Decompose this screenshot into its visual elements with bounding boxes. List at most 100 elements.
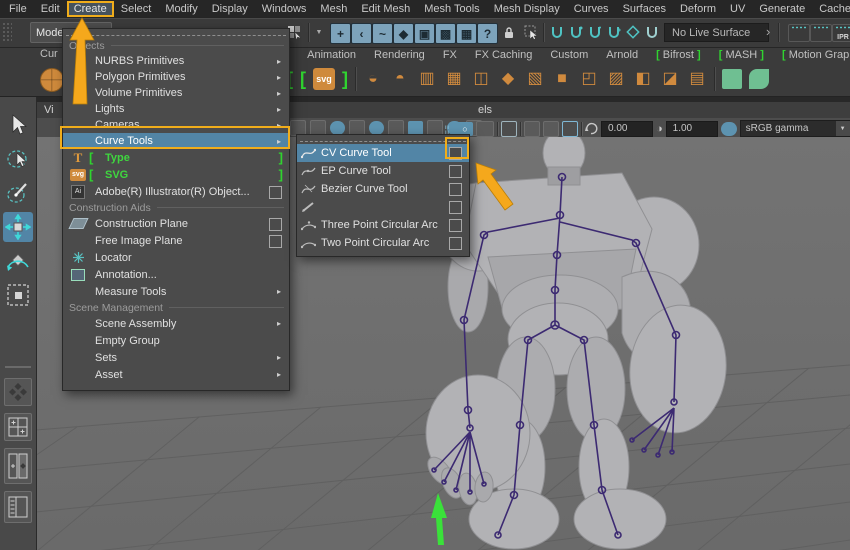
menu-item-polygon-primitives[interactable]: Polygon Primitives ▸ (63, 69, 289, 85)
panel-menu-view-partial[interactable]: Vi (44, 104, 54, 116)
isolate-select-icon[interactable] (501, 120, 517, 137)
menu-item-two-point-circular-arc[interactable]: Two Point Circular Arc (297, 234, 469, 252)
shadows-icon[interactable] (476, 120, 494, 137)
menu-mesh-tools[interactable]: Mesh Tools (417, 1, 486, 17)
panel-menu-panels-partial[interactable]: els (478, 104, 492, 116)
select-curve-mask-button[interactable]: ~ (372, 23, 393, 44)
shelf-tab-custom[interactable]: Custom (550, 49, 588, 61)
select-joint-mask-button[interactable]: ‹ (351, 23, 372, 44)
render-view-icon[interactable] (788, 24, 810, 42)
cube-wireframe-icon[interactable]: ◫ (471, 68, 491, 90)
menu-deform[interactable]: Deform (673, 1, 723, 17)
select-hierarchy-mask-button[interactable]: + (330, 23, 351, 44)
multi-cut-icon[interactable]: ▧ (525, 68, 545, 90)
option-box[interactable] (449, 183, 462, 196)
live-surface-field[interactable]: No Live Surface (664, 23, 769, 42)
layout-outliner-button[interactable] (4, 491, 32, 523)
plane-icon[interactable] (722, 69, 742, 89)
poly-remesh-icon[interactable]: ▦ (444, 68, 464, 90)
translate-y-manipulator[interactable] (431, 493, 447, 545)
menu-item-measure-tools[interactable]: Measure Tools ▸ (63, 283, 289, 300)
menu-item-free-image-plane[interactable]: Free Image Plane (63, 232, 289, 249)
boolean-intersect-icon[interactable]: ▥ (417, 68, 437, 90)
toolbar-drag-handle[interactable] (2, 22, 12, 42)
layout-single-pane-button[interactable] (4, 378, 32, 406)
option-box[interactable] (449, 219, 462, 232)
menu-item-volume-primitives[interactable]: Volume Primitives ▸ (63, 85, 289, 101)
ipr-render-icon[interactable]: IPR (832, 24, 850, 42)
menu-select[interactable]: Select (114, 1, 159, 17)
shelf-tab-curves-partial[interactable]: Cur (40, 48, 58, 60)
menu-item-ep-curve-tool[interactable]: EP Curve Tool (297, 162, 469, 180)
shelf-tab-bifrost[interactable]: [ Bifrost ] (656, 49, 701, 61)
snap-grid-icon[interactable] (548, 23, 566, 42)
shelf-tab-fx-caching[interactable]: FX Caching (475, 49, 532, 61)
menu-display[interactable]: Display (205, 1, 255, 17)
move-tool[interactable] (3, 212, 33, 242)
option-box[interactable] (269, 185, 282, 199)
option-box[interactable] (449, 201, 462, 214)
menu-item-nurbs-primitives[interactable]: NURBS Primitives ▸ (63, 53, 289, 69)
snap-curve-icon[interactable] (567, 23, 585, 42)
nurbs-sphere-icon[interactable] (40, 68, 64, 92)
svg-tool-icon[interactable]: svg (313, 68, 335, 90)
menu-tear-off-handle[interactable] (300, 135, 466, 142)
boolean-union-icon[interactable]: ◒ (363, 68, 383, 90)
highlight-selection-icon[interactable] (522, 23, 540, 42)
cv-curve-tool-option-box[interactable] (449, 147, 462, 160)
exposure-field[interactable]: 0.00 (601, 120, 653, 137)
exposure-icon[interactable] (585, 122, 598, 135)
option-box[interactable] (269, 234, 282, 248)
chevron-right-icon[interactable]: › (766, 24, 770, 39)
menu-item-cv-curve-tool[interactable]: CV Curve Tool (297, 144, 469, 162)
shelf-tab-rendering[interactable]: Rendering (374, 49, 425, 61)
menu-cache[interactable]: Cache (812, 1, 850, 17)
menu-mesh[interactable]: Mesh (313, 1, 354, 17)
select-dynamics-mask-button[interactable]: ▩ (435, 23, 456, 44)
menu-item-locator[interactable]: Locator (63, 249, 289, 266)
snap-point-icon[interactable] (586, 23, 604, 42)
poly-cube-icon[interactable]: ▨ (606, 68, 626, 90)
shelf-tab-animation[interactable]: Animation (307, 49, 356, 61)
rotate-tool[interactable] (3, 246, 33, 276)
make-live-icon[interactable] (643, 23, 661, 42)
menu-edit[interactable]: Edit (34, 1, 67, 17)
menu-item-asset[interactable]: Asset ▸ (63, 366, 289, 383)
paint-select-tool[interactable] (3, 178, 33, 208)
select-tool[interactable] (3, 110, 33, 140)
select-surface-mask-button[interactable]: ◆ (393, 23, 414, 44)
anti-aliasing-icon[interactable] (562, 120, 578, 137)
select-deformation-mask-button[interactable]: ▣ (414, 23, 435, 44)
nurbs-surface-icon[interactable] (749, 69, 769, 89)
menu-item-pencil-curve-tool[interactable] (297, 198, 469, 216)
shelf-tab-mash[interactable]: [ MASH ] (719, 49, 764, 61)
menu-item-empty-group[interactable]: Empty Group (63, 332, 289, 349)
lock-selection-icon[interactable] (500, 23, 518, 42)
menu-tear-off-handle[interactable] (66, 29, 286, 36)
gamma-field[interactable]: 1.00 (665, 120, 718, 137)
menu-item-curve-tools[interactable]: Curve Tools ▸ (63, 133, 289, 149)
shelf-tab-motion-graphics[interactable]: [ Motion Graphics ] (782, 49, 850, 61)
crease-icon[interactable]: ▤ (687, 68, 707, 90)
menu-mesh-display[interactable]: Mesh Display (487, 1, 567, 17)
color-management-toggle[interactable] (720, 121, 737, 136)
menu-item-type[interactable]: T [ Type ] (63, 149, 289, 166)
history-dropdown-icon[interactable]: ▼ (313, 23, 325, 42)
two-sided-lighting-icon[interactable] (369, 121, 384, 135)
menu-item-lights[interactable]: Lights ▸ (63, 101, 289, 117)
render-current-frame-icon[interactable] (810, 24, 832, 42)
shelf-tab-fx[interactable]: FX (443, 49, 457, 61)
menu-item-cameras[interactable]: Cameras ▸ (63, 117, 289, 133)
quad-draw-icon[interactable]: ◆ (498, 68, 518, 90)
menu-edit-mesh[interactable]: Edit Mesh (354, 1, 417, 17)
color-transform-dropdown[interactable]: sRGB gamma ▼ (739, 120, 850, 137)
menu-item-construction-plane[interactable]: Construction Plane (63, 215, 289, 232)
menu-surfaces[interactable]: Surfaces (616, 1, 673, 17)
menu-file[interactable]: File (2, 1, 34, 17)
menu-item-annotation[interactable]: Annotation... (63, 266, 289, 283)
menu-item-svg[interactable]: svg [ SVG ] (63, 166, 289, 183)
option-box[interactable] (449, 165, 462, 178)
lasso-select-tool[interactable] (3, 144, 33, 174)
snap-view-plane-icon[interactable] (624, 23, 642, 42)
menu-item-bezier-curve-tool[interactable]: Bezier Curve Tool (297, 180, 469, 198)
